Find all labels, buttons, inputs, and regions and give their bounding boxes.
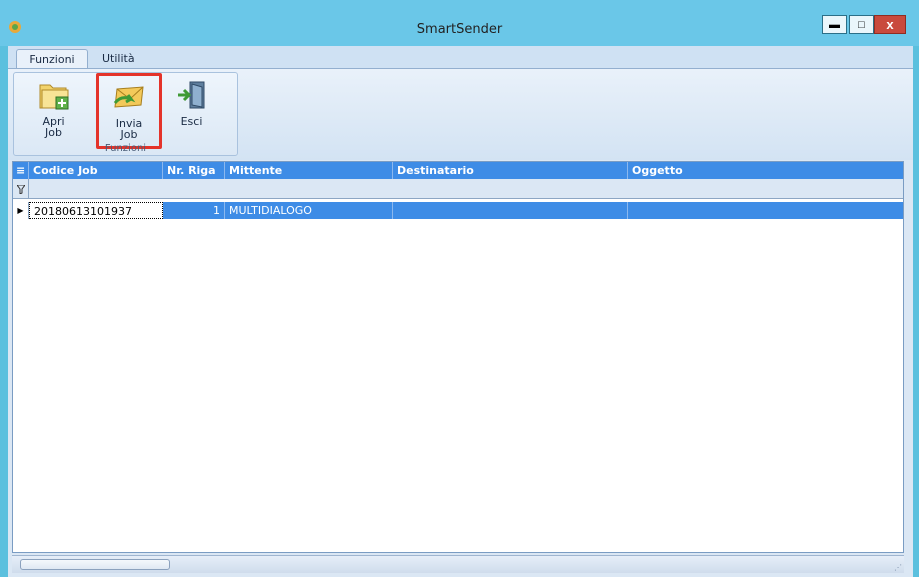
cell-mittente[interactable]: MULTIDIALOGO xyxy=(225,202,393,219)
ribbon-group-funzioni: Apri Job Invia Job Esci Funzioni xyxy=(13,72,238,156)
esci-button[interactable]: Esci xyxy=(164,79,219,143)
row-indicator-icon: ▶ xyxy=(13,202,29,219)
exit-door-icon xyxy=(177,81,204,109)
maximize-button[interactable]: □ xyxy=(849,15,874,34)
ribbon-tabstrip: Funzioni Utilità xyxy=(8,46,913,69)
title-bar: SmartSender ▬ □ x xyxy=(0,0,919,46)
minimize-button[interactable]: ▬ xyxy=(822,15,847,34)
esci-label: Esci xyxy=(180,115,203,128)
column-nr-riga[interactable]: Nr. Riga xyxy=(163,162,225,179)
jobs-grid[interactable]: ≡ Codice Job Nr. Riga Mittente Destinata… xyxy=(12,161,904,553)
column-codice-job[interactable]: Codice Job xyxy=(29,162,163,179)
tab-funzioni[interactable]: Funzioni xyxy=(16,49,88,69)
tab-utilita[interactable]: Utilità xyxy=(94,49,143,69)
column-oggetto[interactable]: Oggetto xyxy=(628,162,903,179)
send-mail-icon xyxy=(113,86,144,108)
ribbon-panel: Apri Job Invia Job Esci Funzioni xyxy=(8,68,913,160)
column-mittente[interactable]: Mittente xyxy=(225,162,393,179)
resize-grip-icon[interactable]: ⋰ xyxy=(894,563,902,572)
apri-label-2: Job xyxy=(45,126,62,139)
column-chooser-icon[interactable]: ≡ xyxy=(13,162,29,179)
invia-job-button[interactable]: Invia Job xyxy=(96,73,162,149)
client-area: Funzioni Utilità Apri Job Invia Job Esci… xyxy=(8,46,913,577)
filter-icon[interactable] xyxy=(13,179,29,199)
scrollbar-thumb[interactable] xyxy=(20,559,170,570)
ribbon-group-label: Funzioni xyxy=(104,143,147,154)
column-destinatario[interactable]: Destinatario xyxy=(393,162,628,179)
open-folder-icon xyxy=(39,84,68,110)
cell-nr-riga[interactable]: 1 xyxy=(163,202,225,219)
cell-oggetto[interactable] xyxy=(628,202,903,219)
window-title: SmartSender xyxy=(416,22,503,37)
cell-codice-job[interactable]: 20180613101937 xyxy=(29,202,163,219)
filter-row[interactable] xyxy=(13,179,903,199)
invia-label-2: Job xyxy=(120,128,138,141)
horizontal-scrollbar[interactable]: ⋰ xyxy=(12,555,904,573)
grid-header: ≡ Codice Job Nr. Riga Mittente Destinata… xyxy=(13,162,903,179)
table-row[interactable]: ▶ 20180613101937 1 MULTIDIALOGO xyxy=(13,202,903,219)
apri-job-button[interactable]: Apri Job xyxy=(26,79,81,143)
close-button[interactable]: x xyxy=(874,15,906,34)
cell-destinatario[interactable] xyxy=(393,202,628,219)
